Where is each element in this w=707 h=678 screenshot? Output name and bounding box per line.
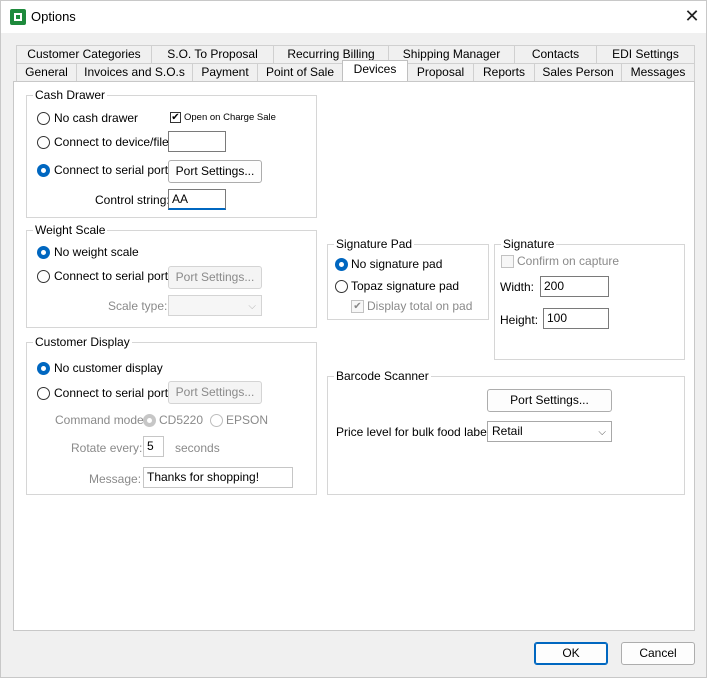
topaz-pad-label: Topaz signature pad (351, 279, 460, 293)
cash-drawer-title: Cash Drawer (33, 88, 108, 102)
display-port-settings-button[interactable]: Port Settings... (168, 381, 262, 404)
no-signature-pad-radio[interactable] (335, 258, 348, 271)
devices-panel: Cash Drawer No cash drawer ✔ Open on Cha… (13, 81, 695, 631)
tab-proposal[interactable]: Proposal (407, 63, 474, 81)
tab-invoices-sos[interactable]: Invoices and S.O.s (76, 63, 193, 81)
options-dialog: Options ✕ Customer Categories S.O. To Pr… (0, 0, 707, 678)
control-string-input[interactable]: AA (168, 189, 226, 210)
customer-display-group: Customer Display No customer display Con… (26, 335, 317, 495)
window-title: Options (31, 9, 76, 24)
display-serial-port-radio[interactable] (37, 387, 50, 400)
scale-type-select[interactable]: ⌵ (168, 295, 262, 316)
chevron-down-icon: ⌵ (248, 301, 256, 312)
epson-label: EPSON (226, 413, 269, 427)
display-total-label: Display total on pad (367, 299, 473, 313)
tab-devices[interactable]: Devices (342, 60, 408, 81)
tab-general[interactable]: General (16, 63, 77, 81)
height-label: Height: (500, 313, 539, 327)
rotate-seconds-input[interactable]: 5 (143, 436, 164, 457)
seconds-label: seconds (175, 441, 220, 455)
price-level-select[interactable]: Retail ⌵ (487, 421, 612, 442)
price-level-value: Retail (492, 424, 523, 438)
title-bar: Options ✕ (1, 1, 706, 33)
scale-port-settings-button[interactable]: Port Settings... (168, 266, 262, 289)
confirm-capture-checkbox[interactable] (501, 255, 514, 268)
barcode-scanner-title: Barcode Scanner (334, 369, 431, 383)
message-label: Message: (89, 472, 142, 486)
height-input[interactable]: 100 (543, 308, 609, 329)
signature-pad-group: Signature Pad No signature pad Topaz sig… (327, 237, 489, 320)
message-input[interactable]: Thanks for shopping! (143, 467, 293, 488)
tab-reports[interactable]: Reports (473, 63, 535, 81)
display-total-checkbox[interactable]: ✔ (351, 300, 364, 313)
width-input[interactable]: 200 (540, 276, 609, 297)
tab-sales-person[interactable]: Sales Person (534, 63, 622, 81)
scale-type-label: Scale type: (108, 299, 168, 313)
tab-customer-categories[interactable]: Customer Categories (16, 45, 152, 63)
no-signature-pad-label: No signature pad (351, 257, 443, 271)
tab-so-to-proposal[interactable]: S.O. To Proposal (151, 45, 274, 63)
signature-pad-title: Signature Pad (334, 237, 415, 251)
barcode-port-settings-button[interactable]: Port Settings... (487, 389, 612, 412)
tab-edi-settings[interactable]: EDI Settings (596, 45, 695, 63)
no-weight-scale-radio[interactable] (37, 246, 50, 259)
rotate-every-label: Rotate every: (71, 441, 143, 455)
weight-scale-title: Weight Scale (33, 223, 108, 237)
width-label: Width: (500, 280, 535, 294)
no-customer-display-radio[interactable] (37, 362, 50, 375)
ok-button[interactable]: OK (534, 642, 608, 665)
tab-messages[interactable]: Messages (621, 63, 695, 81)
open-on-charge-label: Open on Charge Sale (184, 112, 276, 123)
app-icon (10, 9, 26, 25)
epson-radio[interactable] (210, 414, 223, 427)
cash-drawer-group: Cash Drawer No cash drawer ✔ Open on Cha… (26, 88, 317, 218)
device-file-input[interactable] (168, 131, 226, 152)
tab-point-of-sale[interactable]: Point of Sale (257, 63, 343, 81)
cash-drawer-port-settings-button[interactable]: Port Settings... (168, 160, 262, 183)
no-weight-scale-label: No weight scale (54, 245, 139, 259)
no-customer-display-label: No customer display (54, 361, 163, 375)
tab-contacts[interactable]: Contacts (514, 45, 597, 63)
no-cash-drawer-label: No cash drawer (54, 111, 139, 125)
connect-device-file-label: Connect to device/file: (54, 135, 173, 149)
topaz-pad-radio[interactable] (335, 280, 348, 293)
chevron-down-icon: ⌵ (598, 427, 606, 438)
cd5220-radio[interactable] (143, 414, 156, 427)
close-icon[interactable]: ✕ (681, 5, 703, 27)
signature-group: Signature Confirm on capture Width: 200 … (494, 237, 685, 360)
scale-serial-port-label: Connect to serial port: (54, 269, 172, 283)
connect-serial-port-label: Connect to serial port: (54, 163, 172, 177)
connect-serial-port-radio[interactable] (37, 164, 50, 177)
customer-display-title: Customer Display (33, 335, 132, 349)
display-serial-port-label: Connect to serial port: (54, 386, 172, 400)
connect-device-file-radio[interactable] (37, 136, 50, 149)
weight-scale-group: Weight Scale No weight scale Connect to … (26, 223, 317, 328)
no-cash-drawer-radio[interactable] (37, 112, 50, 125)
tab-payment[interactable]: Payment (192, 63, 258, 81)
scale-serial-port-radio[interactable] (37, 270, 50, 283)
price-level-label: Price level for bulk food label: (336, 425, 493, 439)
control-string-label: Control string: (95, 193, 170, 207)
command-mode-label: Command mode: (55, 413, 148, 427)
signature-title: Signature (501, 237, 557, 251)
cd5220-label: CD5220 (159, 413, 204, 427)
confirm-capture-label: Confirm on capture (517, 254, 620, 268)
cancel-button[interactable]: Cancel (621, 642, 695, 665)
barcode-scanner-group: Barcode Scanner Port Settings... Price l… (327, 369, 685, 495)
open-on-charge-checkbox[interactable]: ✔ (170, 112, 181, 123)
